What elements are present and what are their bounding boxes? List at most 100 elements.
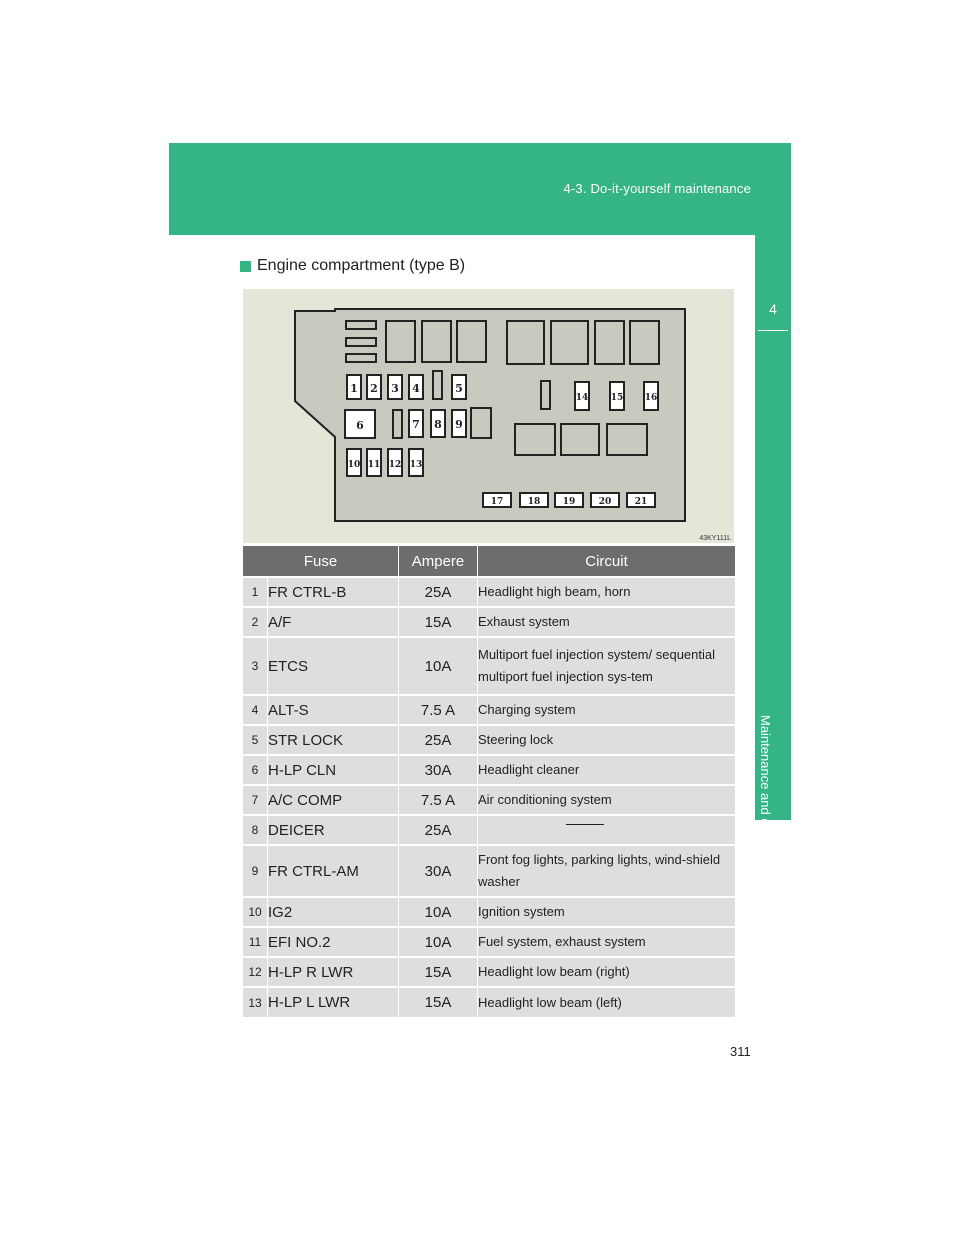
chapter-header-band: 4-3. Do-it-yourself maintenance: [169, 143, 791, 235]
table-row: 5 STR LOCK 25A Steering lock: [243, 724, 735, 755]
circuit-cell: Fuel system, exhaust system: [477, 926, 735, 957]
fuse-name-cell: H-LP L LWR: [267, 986, 399, 1017]
diagram-label: 20: [599, 497, 612, 507]
chapter-label: Maintenance and care: [758, 715, 773, 844]
chapter-section-title: 4-3. Do-it-yourself maintenance: [563, 181, 751, 196]
fuse-number-cell: 2: [243, 606, 268, 637]
fuse-name-cell: IG2: [267, 896, 399, 927]
fuse-table: Fuse Ampere Circuit 1 FR CTRL-B 25A Headlig…: [243, 546, 735, 1017]
table-row: 2 A/F 15A Exhaust system: [243, 606, 735, 637]
circuit-cell: Charging system: [477, 694, 735, 725]
fuse-number-cell: 1: [243, 576, 268, 607]
fuse-name-cell: EFI NO.2: [267, 926, 399, 957]
ampere-cell: 7.5 A: [398, 784, 478, 815]
diagram-label: 18: [528, 497, 541, 507]
diagram-label: 15: [611, 393, 624, 403]
ampere-cell: 25A: [398, 814, 478, 845]
table-row: 10 IG2 10A Ignition system: [243, 896, 735, 927]
diagram-label: 13: [410, 460, 423, 470]
ampere-cell: 7.5 A: [398, 694, 478, 725]
table-row: 7 A/C COMP 7.5 A Air conditioning system: [243, 784, 735, 815]
circuit-cell: Headlight high beam, horn: [477, 576, 735, 607]
ampere-cell: 15A: [398, 986, 478, 1017]
diagram-label: 1: [350, 382, 358, 395]
fuse-name-cell: DEICER: [267, 814, 399, 845]
fuse-number-cell: 13: [243, 986, 268, 1017]
diagram-label: 14: [576, 393, 589, 403]
circuit-cell: [477, 814, 735, 845]
diagram-code: 43KY111L: [699, 535, 731, 542]
fuse-number-cell: 9: [243, 844, 268, 897]
diagram-label: 4: [412, 382, 420, 395]
fuse-number-cell: 4: [243, 694, 268, 725]
ampere-cell: 10A: [398, 926, 478, 957]
ampere-cell: 25A: [398, 724, 478, 755]
header-fuse: Fuse: [243, 546, 399, 577]
table-row: 1 FR CTRL-B 25A Headlight high beam, horn: [243, 576, 735, 607]
fuse-name-cell: ALT-S: [267, 694, 399, 725]
circuit-cell: Exhaust system: [477, 606, 735, 637]
ampere-cell: 30A: [398, 844, 478, 897]
fuse-name-cell: FR CTRL-B: [267, 576, 399, 607]
diagram-label: 8: [434, 418, 442, 431]
table-row: 4 ALT-S 7.5 A Charging system: [243, 694, 735, 725]
circuit-cell: Headlight cleaner: [477, 754, 735, 785]
ampere-cell: 15A: [398, 606, 478, 637]
ampere-cell: 10A: [398, 896, 478, 927]
diagram-label: 2: [370, 382, 378, 395]
diagram-label: 9: [455, 418, 463, 431]
table-row: 9 FR CTRL-AM 30A Front fog lights, parking …: [243, 844, 735, 897]
fuse-name-cell: STR LOCK: [267, 724, 399, 755]
circuit-cell: Headlight low beam (left): [477, 986, 735, 1017]
diagram-label: 12: [389, 460, 402, 470]
square-bullet-icon: [240, 260, 251, 272]
table-row: 8 DEICER 25A: [243, 814, 735, 845]
fuse-number-cell: 12: [243, 956, 268, 987]
fuse-name-cell: H-LP CLN: [267, 754, 399, 785]
side-tab-divider: [758, 330, 788, 331]
fuse-number-cell: 3: [243, 636, 268, 695]
fuse-box-diagram: 1 2 3 4 5 6 7 8 9 10 11 12 13 14 15 16 1…: [243, 289, 734, 543]
diagram-label: 10: [348, 460, 361, 470]
fuse-number-cell: 7: [243, 784, 268, 815]
circuit-cell: Steering lock: [477, 724, 735, 755]
circuit-cell: Front fog lights, parking lights, wind-s…: [477, 844, 735, 897]
table-row: 11 EFI NO.2 10A Fuel system, exhaust system: [243, 926, 735, 957]
diagram-label: 11: [368, 460, 381, 470]
fuse-number-cell: 6: [243, 754, 268, 785]
chapter-number: 4: [769, 301, 777, 317]
diagram-label: 6: [356, 419, 364, 432]
table-row: 13 H-LP L LWR 15A Headlight low beam (left): [243, 986, 735, 1017]
ampere-cell: 15A: [398, 956, 478, 987]
fuse-name-cell: FR CTRL-AM: [267, 844, 399, 897]
diagram-label: 21: [635, 497, 648, 507]
diagram-label: 7: [412, 418, 420, 431]
fuse-name-cell: H-LP R LWR: [267, 956, 399, 987]
empty-circuit-dash: [565, 823, 604, 825]
circuit-cell: Multiport fuel injection system/ sequent…: [477, 636, 735, 695]
fuse-name-cell: A/F: [267, 606, 399, 637]
fuse-number-cell: 8: [243, 814, 268, 845]
diagram-label: 17: [491, 497, 504, 507]
diagram-label: 16: [645, 393, 658, 403]
fuse-number-cell: 5: [243, 724, 268, 755]
header-circuit: Circuit: [477, 546, 735, 577]
fuse-name-cell: ETCS: [267, 636, 399, 695]
fuse-number-cell: 11: [243, 926, 268, 957]
header-ampere: Ampere: [398, 546, 478, 577]
ampere-cell: 10A: [398, 636, 478, 695]
table-row: 3 ETCS 10A Multiport fuel injection system/…: [243, 636, 735, 695]
table-row: 12 H-LP R LWR 15A Headlight low beam (right…: [243, 956, 735, 987]
section-heading-text: Engine compartment (type B): [257, 257, 466, 274]
circuit-cell: Headlight low beam (right): [477, 956, 735, 987]
circuit-cell: Air conditioning system: [477, 784, 735, 815]
ampere-cell: 30A: [398, 754, 478, 785]
section-heading: Engine compartment (type B): [240, 257, 465, 275]
fuse-name-cell: A/C COMP: [267, 784, 399, 815]
table-header-row: Fuse Ampere Circuit: [243, 546, 735, 577]
diagram-label: 3: [391, 382, 399, 395]
diagram-label: 19: [563, 497, 576, 507]
table-row: 6 H-LP CLN 30A Headlight cleaner: [243, 754, 735, 785]
chapter-side-tab: 4 Maintenance and care: [755, 235, 791, 844]
circuit-cell: Ignition system: [477, 896, 735, 927]
